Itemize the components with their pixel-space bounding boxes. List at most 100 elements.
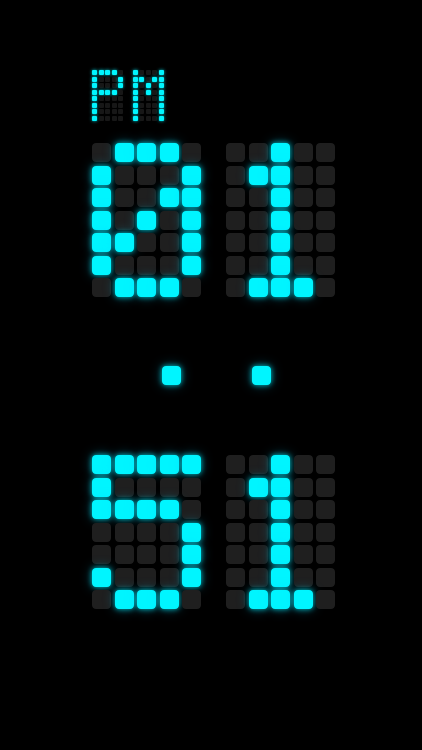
led-cell-unlit (226, 477, 245, 497)
led-cell-lit (182, 522, 201, 542)
led-cell-lit (114, 233, 134, 252)
period-led-lit (111, 89, 117, 95)
period-led-unlit (118, 89, 123, 95)
period-led-lit (132, 109, 138, 114)
period-led-lit (92, 109, 97, 114)
period-led-unlit (139, 83, 144, 88)
led-cell-lit (182, 545, 201, 564)
led-cell-unlit (293, 477, 313, 497)
period-led-lit (92, 102, 97, 108)
led-cell-unlit (159, 522, 179, 542)
led-cell-unlit (114, 545, 134, 564)
period-led-unlit (98, 109, 104, 114)
period-led-unlit (145, 96, 151, 101)
period-led-unlit (152, 109, 157, 114)
period-led-unlit (152, 102, 157, 108)
led-cell-unlit (114, 255, 134, 275)
led-cell-lit (271, 255, 290, 275)
period-led-unlit (152, 115, 157, 121)
led-cell-unlit (293, 143, 313, 162)
period-led-unlit (111, 83, 117, 88)
led-cell-lit (137, 143, 156, 162)
led-cell-unlit (293, 522, 313, 542)
period-led-unlit (139, 115, 144, 121)
led-cell-unlit (293, 188, 313, 207)
led-cell-lit (271, 477, 290, 497)
led-cell-lit (182, 188, 201, 207)
led-cell-lit (248, 590, 268, 609)
led-cell-unlit (226, 143, 245, 162)
led-cell-unlit (293, 255, 313, 275)
period-led-lit (111, 70, 117, 75)
led-cell-lit (271, 188, 290, 207)
led-cell-unlit (159, 255, 179, 275)
period-led-unlit (139, 96, 144, 101)
period-led-lit (92, 70, 97, 75)
period-led-lit (92, 76, 97, 82)
led-cell-unlit (226, 567, 245, 587)
led-cell-lit (182, 165, 201, 185)
led-cell-lit (271, 590, 290, 609)
period-led-lit (158, 109, 164, 114)
led-cell-unlit (293, 455, 313, 474)
colon-right-dot (252, 366, 271, 385)
period-led-unlit (111, 96, 117, 101)
hour-tens-digit (92, 143, 204, 301)
minute-ones-digit (226, 455, 338, 613)
led-cell-unlit (159, 165, 179, 185)
period-led-lit (105, 70, 110, 75)
period-led-unlit (152, 83, 157, 88)
led-cell-unlit (137, 188, 156, 207)
led-cell-unlit (248, 545, 268, 564)
led-cell-unlit (114, 210, 134, 230)
led-cell-lit (182, 210, 201, 230)
period-led-lit (158, 76, 164, 82)
period-led-unlit (139, 89, 144, 95)
led-cell-unlit (159, 477, 179, 497)
period-led-lit (92, 96, 97, 101)
led-cell-unlit (226, 233, 245, 252)
led-cell-unlit (316, 522, 335, 542)
period-led-unlit (111, 76, 117, 82)
period-led-unlit (152, 70, 157, 75)
led-cell-lit (137, 590, 156, 609)
led-cell-unlit (316, 545, 335, 564)
led-cell-unlit (248, 188, 268, 207)
led-cell-lit (114, 590, 134, 609)
led-cell-unlit (316, 590, 335, 609)
led-cell-unlit (248, 210, 268, 230)
led-cell-lit (271, 500, 290, 519)
period-led-unlit (105, 115, 110, 121)
led-cell-unlit (293, 233, 313, 252)
led-cell-unlit (248, 143, 268, 162)
led-cell-unlit (316, 233, 335, 252)
period-led-lit (132, 115, 138, 121)
period-led-lit (118, 83, 123, 88)
led-cell-lit (92, 165, 111, 185)
led-cell-unlit (226, 165, 245, 185)
led-cell-unlit (226, 455, 245, 474)
led-cell-lit (92, 255, 111, 275)
period-led-unlit (118, 96, 123, 101)
period-led-lit (92, 115, 97, 121)
led-cell-lit (159, 590, 179, 609)
led-cell-unlit (316, 255, 335, 275)
led-cell-unlit (114, 477, 134, 497)
led-cell-lit (159, 278, 179, 297)
period-led-unlit (145, 70, 151, 75)
period-led-unlit (118, 115, 123, 121)
led-cell-unlit (159, 233, 179, 252)
period-led-lit (158, 96, 164, 101)
led-cell-lit (114, 455, 134, 474)
period-led-lit (158, 70, 164, 75)
led-cell-lit (114, 143, 134, 162)
led-cell-lit (271, 455, 290, 474)
period-led-lit (158, 83, 164, 88)
period-led-unlit (105, 109, 110, 114)
led-cell-lit (92, 477, 111, 497)
led-cell-unlit (316, 165, 335, 185)
led-cell-unlit (316, 567, 335, 587)
led-cell-unlit (248, 522, 268, 542)
led-cell-unlit (114, 165, 134, 185)
period-led-unlit (118, 102, 123, 108)
